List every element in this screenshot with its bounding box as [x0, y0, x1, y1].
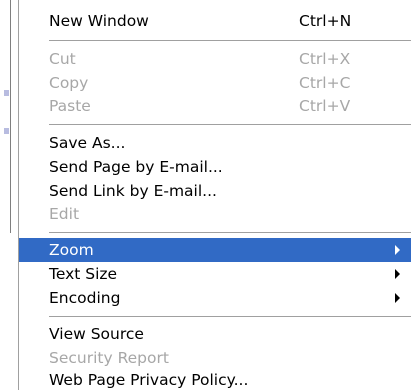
- menu-item-label: Edit: [49, 205, 80, 223]
- menu-item-view-source[interactable]: View Source: [19, 322, 411, 346]
- menu-item-label: Text Size: [49, 265, 118, 283]
- menu-item-privacy-policy[interactable]: Web Page Privacy Policy...: [19, 368, 411, 392]
- menu-item-shortcut: Ctrl+N: [299, 12, 352, 30]
- menu-item-label: Cut: [49, 50, 76, 68]
- menu-item-copy[interactable]: Copy Ctrl+C: [19, 71, 411, 95]
- menu-item-label: Paste: [49, 97, 91, 115]
- submenu-arrow-icon: [395, 293, 400, 303]
- submenu-arrow-icon: [395, 245, 400, 255]
- submenu-arrow-icon: [395, 269, 400, 279]
- menu-separator: [49, 232, 411, 233]
- menu-separator: [49, 316, 411, 317]
- menu-item-shortcut: Ctrl+X: [299, 50, 351, 68]
- menu-item-zoom[interactable]: Zoom: [19, 238, 411, 262]
- menu-item-label: Encoding: [49, 289, 121, 307]
- menu-item-label: Send Page by E-mail...: [49, 158, 223, 176]
- menu-item-label: Send Link by E-mail...: [49, 182, 217, 200]
- menu-item-new-window[interactable]: New Window Ctrl+N: [19, 9, 411, 33]
- menu-separator: [49, 40, 411, 41]
- menu-item-cut[interactable]: Cut Ctrl+X: [19, 47, 411, 71]
- menu-item-label: Security Report: [49, 349, 169, 367]
- menu-item-label: Copy: [49, 74, 89, 92]
- context-menu: New Window Ctrl+N Cut Ctrl+X Copy Ctrl+C…: [18, 0, 411, 390]
- menu-item-save-as[interactable]: Save As...: [19, 131, 411, 155]
- menu-item-shortcut: Ctrl+C: [299, 74, 351, 92]
- menu-item-send-link[interactable]: Send Link by E-mail...: [19, 179, 411, 203]
- menu-separator: [49, 124, 411, 125]
- menu-item-label: Save As...: [49, 134, 126, 152]
- window-edge-marker: [4, 128, 9, 134]
- menu-item-label: View Source: [49, 325, 144, 343]
- window-edge-marker: [4, 90, 9, 96]
- menu-item-label: Zoom: [49, 241, 94, 259]
- menu-item-edit[interactable]: Edit: [19, 202, 411, 226]
- menu-item-encoding[interactable]: Encoding: [19, 286, 411, 310]
- menu-item-shortcut: Ctrl+V: [299, 97, 351, 115]
- window-edge: [10, 0, 11, 233]
- menu-item-label: New Window: [49, 12, 149, 30]
- menu-item-security-report[interactable]: Security Report: [19, 346, 411, 370]
- menu-item-text-size[interactable]: Text Size: [19, 262, 411, 286]
- menu-item-label: Web Page Privacy Policy...: [49, 371, 249, 389]
- menu-item-paste[interactable]: Paste Ctrl+V: [19, 94, 411, 118]
- menu-item-send-page[interactable]: Send Page by E-mail...: [19, 155, 411, 179]
